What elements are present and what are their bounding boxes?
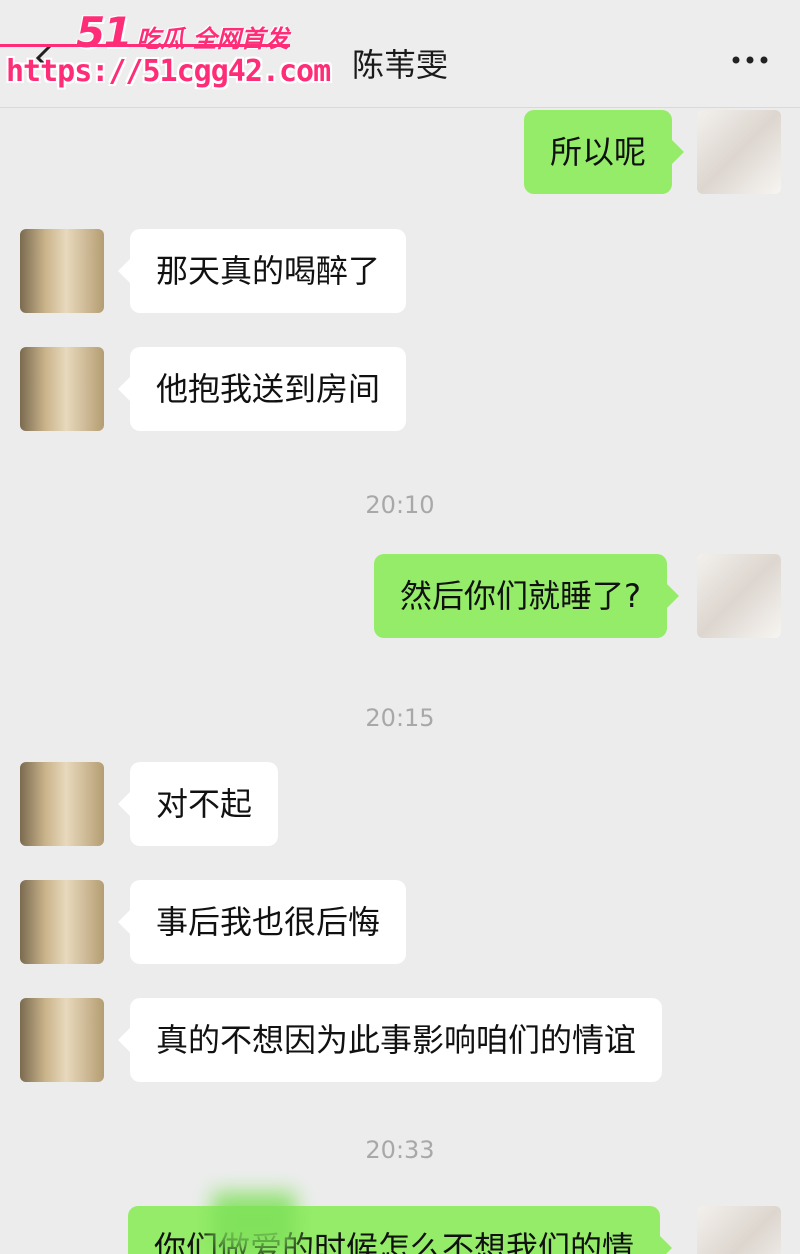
watermark-url: https://51cgg42.com — [6, 54, 331, 89]
timestamp: 20:15 — [365, 704, 435, 732]
avatar-contact[interactable] — [20, 229, 104, 313]
message-bubble-received[interactable]: 对不起 — [117, 762, 279, 846]
message-bubble-sent[interactable]: 然后你们就睡了? — [374, 554, 679, 638]
watermark-brand: 51 吃瓜 全网首发 — [76, 8, 289, 57]
message-bubble-received[interactable]: 那天真的喝醉了 — [117, 229, 407, 313]
message-bubble-sent[interactable]: 所以呢 — [524, 110, 685, 194]
message-bubble-received[interactable]: 真的不想因为此事影响咱们的情谊 — [117, 998, 663, 1082]
message-bubble-sent[interactable]: 你们做爱的时候怎么不想我们的情 — [128, 1206, 673, 1254]
avatar-contact[interactable] — [20, 998, 104, 1082]
censor-blur — [212, 1192, 296, 1252]
more-dots-icon[interactable] — [730, 50, 770, 70]
watermark-divider — [0, 44, 290, 47]
timestamp: 20:10 — [365, 491, 435, 519]
avatar-self[interactable] — [697, 110, 781, 194]
avatar-contact[interactable] — [20, 762, 104, 846]
watermark: 51 吃瓜 全网首发 https://51cgg42.com — [0, 0, 331, 100]
watermark-logo: 51 — [76, 8, 132, 57]
message-bubble-received[interactable]: 他抱我送到房间 — [117, 347, 407, 431]
message-bubble-received[interactable]: 事后我也很后悔 — [117, 880, 407, 964]
avatar-self[interactable] — [697, 554, 781, 638]
avatar-contact[interactable] — [20, 347, 104, 431]
avatar-contact[interactable] — [20, 880, 104, 964]
watermark-tagline: 吃瓜 全网首发 — [136, 25, 289, 53]
timestamp: 20:33 — [365, 1136, 435, 1164]
avatar-self[interactable] — [697, 1206, 781, 1254]
